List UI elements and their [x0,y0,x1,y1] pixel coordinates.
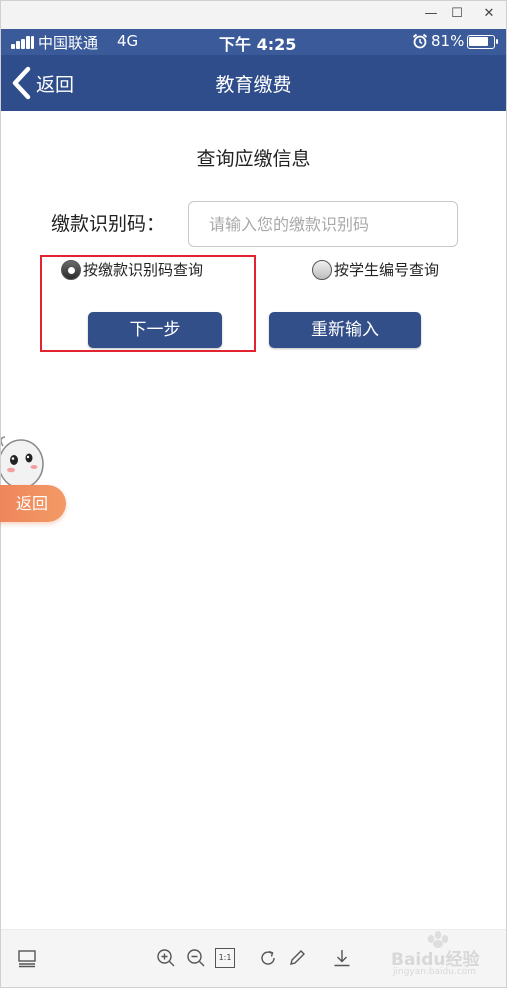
rotate-icon[interactable] [258,948,278,968]
edit-icon[interactable] [287,948,307,968]
radio-label-by-student: 按学生编号查询 [334,261,440,279]
battery-level [469,37,488,46]
annotation-highlight-box [40,255,256,352]
window: — ☐ ✕ 中国联通 4G 下午 4:25 81% 返回 教育缴费 查询应缴信息… [0,0,507,988]
download-icon[interactable] [332,948,352,968]
zoom-out-icon[interactable] [186,948,206,968]
payment-code-label: 缴款识别码： [51,213,166,235]
window-title-bar: — ☐ ✕ [1,1,506,29]
status-time: 下午 4:25 [219,35,297,54]
baidu-watermark-url: jingyan.baidu.com [393,967,477,977]
payment-code-input[interactable] [188,201,458,247]
signal-icon [11,35,34,49]
reset-input-button[interactable]: 重新输入 [269,312,421,348]
radio-query-by-student-id[interactable]: 按学生编号查询 [312,259,439,280]
form-title: 查询应缴信息 [196,148,311,170]
minimize-button[interactable]: — [421,5,441,23]
actual-size-icon[interactable]: 1:1 [215,948,235,968]
carrier-name: 中国联通 [38,34,99,52]
network-type: 4G [117,32,139,50]
app-header: 返回 教育缴费 [1,55,506,111]
floating-back-button[interactable]: 返回 [0,485,66,522]
page-title: 教育缴费 [215,74,292,96]
layout-icon[interactable] [17,948,37,968]
phone-status-bar: 中国联通 4G 下午 4:25 81% [1,29,506,55]
zoom-in-icon[interactable] [156,948,176,968]
close-button[interactable]: ✕ [479,5,499,23]
radio-unchecked-icon[interactable] [312,259,332,280]
battery-icon [467,35,498,49]
battery-percent: 81% [431,32,465,50]
alarm-icon [412,33,428,49]
maximize-button[interactable]: ☐ [447,5,467,23]
